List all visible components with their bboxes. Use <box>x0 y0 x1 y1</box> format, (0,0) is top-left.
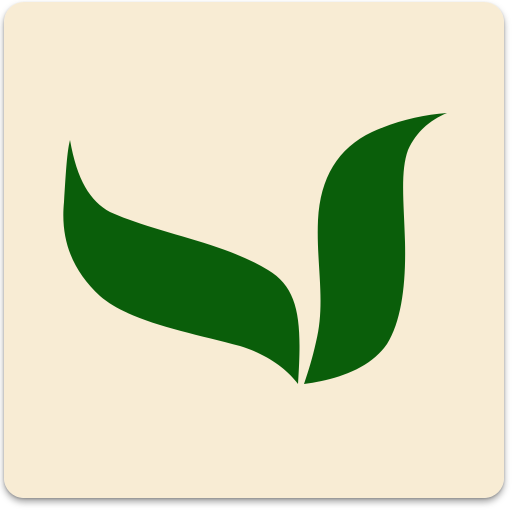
app-icon-canvas <box>0 0 512 512</box>
sprout-leaves-icon <box>4 2 504 498</box>
app-icon-tile[interactable] <box>4 2 504 498</box>
